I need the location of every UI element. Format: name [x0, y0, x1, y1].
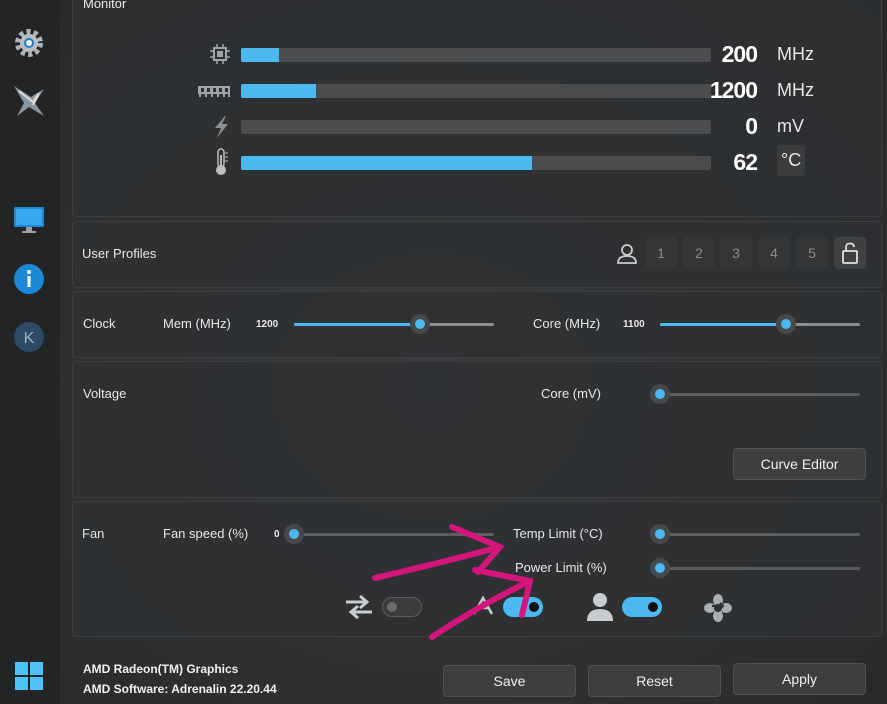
voltage-bar — [241, 120, 711, 134]
temp-limit-slider[interactable] — [650, 524, 860, 544]
temp-limit-slider-thumb[interactable] — [650, 524, 670, 544]
reset-button[interactable]: Reset — [588, 665, 721, 697]
mem-clock-slider[interactable] — [294, 314, 494, 334]
memory-module-icon — [197, 84, 231, 103]
clock-usage-fill — [241, 48, 279, 62]
clock-value: 200 — [721, 41, 758, 67]
voltage-label: Voltage — [83, 386, 127, 401]
k-avatar-icon[interactable]: K — [10, 318, 48, 356]
fan-speed-value: 0 — [274, 529, 280, 540]
temperature-bar — [241, 156, 711, 170]
clock-label: Clock — [83, 316, 116, 331]
apply-button[interactable]: Apply — [733, 663, 866, 695]
core-voltage-slider-thumb[interactable] — [650, 384, 670, 404]
mem-mhz-value: 1200 — [256, 319, 279, 330]
sidebar: K — [0, 0, 60, 704]
profile-slot-2[interactable]: 2 — [683, 237, 715, 269]
voltage-unit: mV — [777, 116, 804, 136]
temperature-value: 62 — [733, 149, 758, 175]
profile-slot-5[interactable]: 5 — [796, 237, 828, 269]
user-mode-icon — [586, 592, 614, 627]
memory-clock-value: 1200 — [709, 77, 758, 103]
fan-label: Fan — [82, 526, 105, 541]
monitor-display-icon[interactable] — [10, 201, 48, 239]
power-limit-slider[interactable] — [650, 558, 860, 578]
clock-unit: MHz — [777, 44, 814, 64]
user-profiles-label: User Profiles — [82, 246, 157, 261]
voltage-value: 0 — [745, 113, 758, 139]
save-button[interactable]: Save — [443, 665, 576, 697]
settings-gear-icon[interactable] — [10, 24, 48, 62]
cpu-chip-icon — [209, 43, 231, 70]
mem-mhz-label: Mem (MHz) — [163, 316, 231, 331]
monitor-panel — [72, 0, 882, 217]
unlock-profile-button[interactable] — [834, 237, 866, 269]
monitor-title: Monitor — [83, 0, 127, 11]
windows-start-icon[interactable] — [10, 657, 48, 695]
core-voltage-slider[interactable] — [650, 384, 860, 404]
curve-editor-button[interactable]: Curve Editor — [733, 448, 866, 480]
thermometer-icon — [212, 147, 230, 182]
profile-slot-1[interactable]: 1 — [645, 237, 677, 269]
user-mode-toggle[interactable] — [622, 597, 662, 617]
core-clock-slider-thumb[interactable] — [776, 314, 796, 334]
driver-version: AMD Software: Adrenalin 22.20.44 — [83, 682, 277, 696]
fan-sync-icon[interactable] — [703, 593, 733, 628]
overclock-tool-icon[interactable] — [10, 82, 48, 120]
annotation-arrows — [372, 524, 534, 640]
memory-clock-bar — [241, 84, 711, 98]
memory-clock-fill — [241, 84, 317, 98]
core-clock-slider-fill — [660, 323, 786, 326]
lightning-bolt-icon — [212, 115, 230, 144]
power-limit-slider-thumb[interactable] — [650, 558, 670, 578]
core-clock-slider[interactable] — [660, 314, 860, 334]
memory-clock-unit: MHz — [777, 80, 814, 100]
profile-slot-3[interactable]: 3 — [720, 237, 752, 269]
clock-usage-bar — [241, 48, 711, 62]
mem-clock-slider-thumb[interactable] — [410, 314, 430, 334]
mem-clock-slider-fill — [294, 323, 420, 326]
user-profile-icon[interactable] — [615, 242, 639, 271]
info-icon[interactable] — [10, 260, 48, 298]
gpu-name: AMD Radeon(TM) Graphics — [83, 662, 239, 676]
temperature-fill — [241, 156, 533, 170]
fan-speed-slider-thumb[interactable] — [284, 524, 304, 544]
profile-slot-4[interactable]: 4 — [758, 237, 790, 269]
core-mv-label: Core (mV) — [541, 386, 601, 401]
core-mhz-value: 1100 — [623, 319, 645, 330]
temperature-unit-toggle[interactable]: °C — [777, 145, 806, 176]
core-mhz-label: Core (MHz) — [533, 316, 601, 331]
svg-text:K: K — [24, 330, 35, 347]
unlock-icon — [842, 242, 858, 264]
fan-speed-label: Fan speed (%) — [163, 526, 249, 541]
